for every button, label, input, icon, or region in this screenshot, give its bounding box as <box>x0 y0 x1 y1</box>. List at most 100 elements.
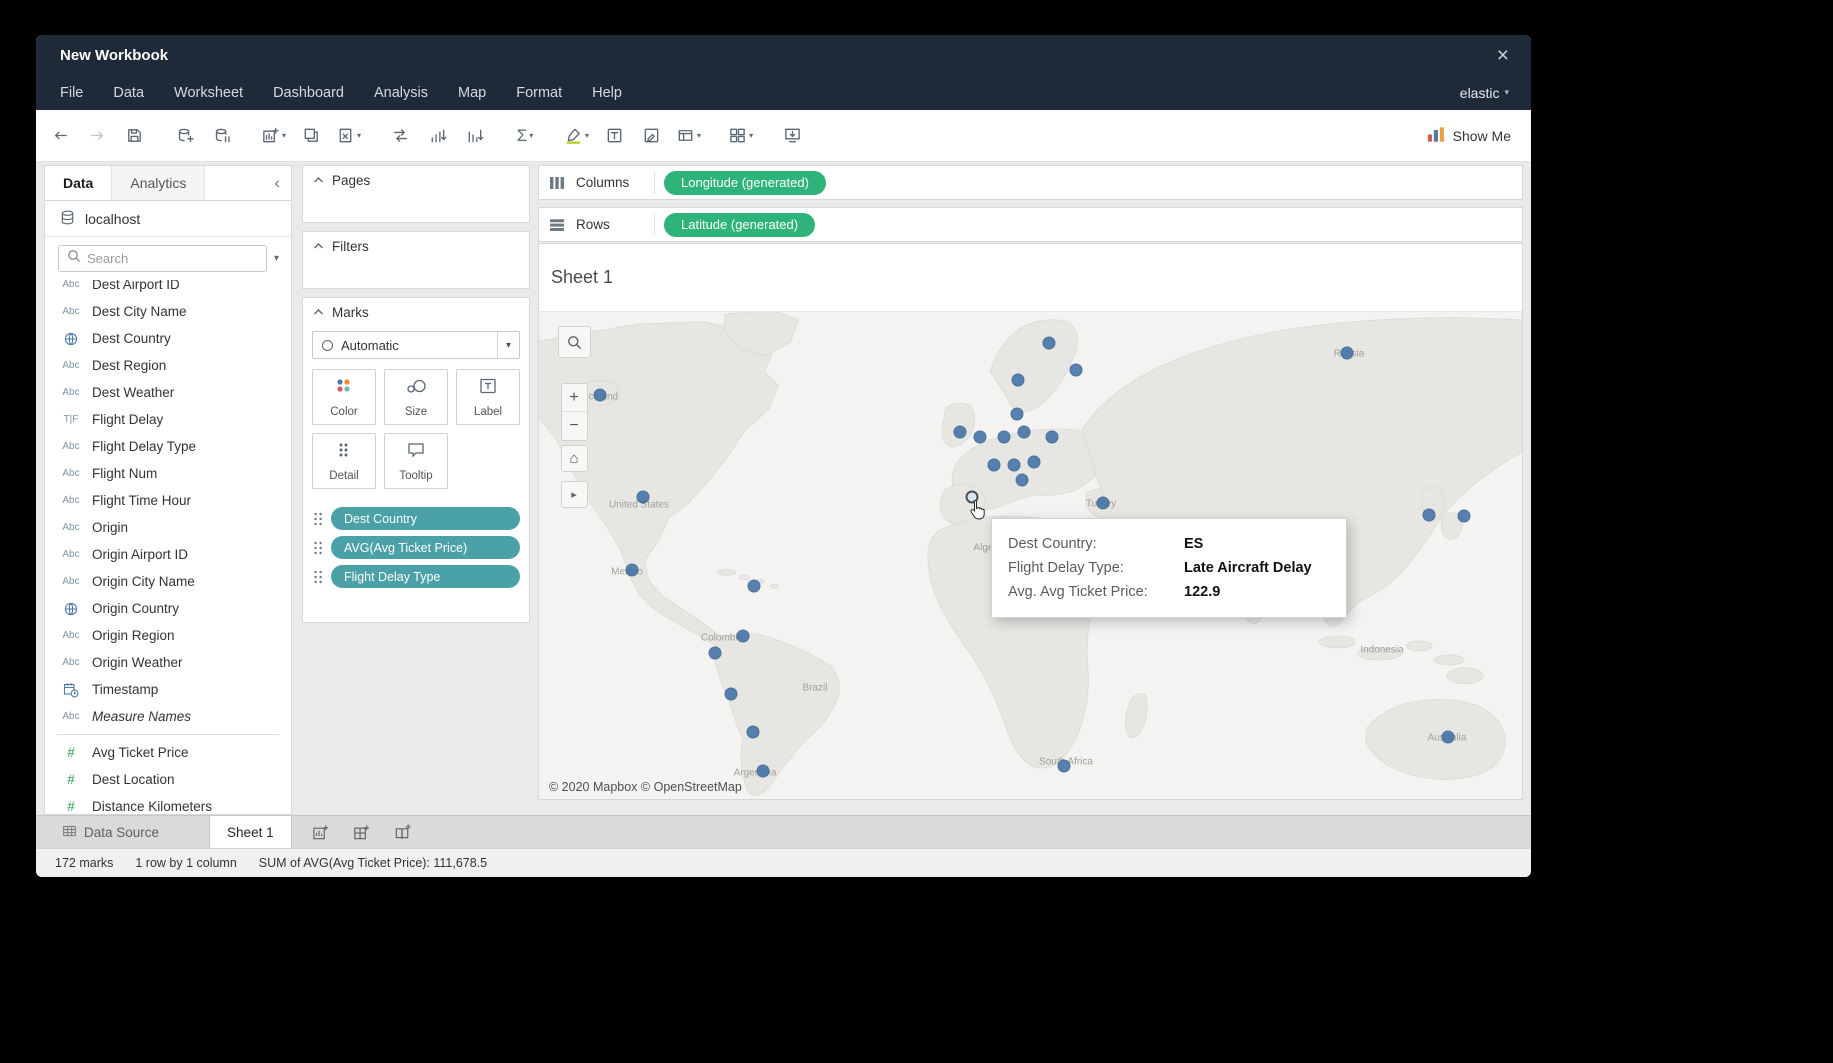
field-origin-region[interactable]: AbcOrigin Region <box>45 622 291 649</box>
map-mark[interactable] <box>988 459 1001 472</box>
swap-button[interactable] <box>388 123 412 149</box>
menu-item-analysis[interactable]: Analysis <box>359 75 443 110</box>
field-dest-weather[interactable]: AbcDest Weather <box>45 379 291 406</box>
field-dest-airport-id[interactable]: AbcDest Airport ID <box>45 280 291 298</box>
map-mark[interactable] <box>1018 426 1031 439</box>
field-flight-num[interactable]: AbcFlight Num <box>45 460 291 487</box>
map-mark[interactable] <box>1028 456 1041 469</box>
format-button[interactable] <box>639 123 663 149</box>
field-dest-region[interactable]: AbcDest Region <box>45 352 291 379</box>
field-timestamp[interactable]: Timestamp <box>45 676 291 703</box>
map-mark[interactable] <box>737 630 750 643</box>
map-mark[interactable] <box>626 564 639 577</box>
marks-pill-dest-country[interactable]: Dest Country <box>331 507 520 530</box>
map-mark[interactable] <box>974 431 987 444</box>
map-mark[interactable] <box>1058 760 1071 773</box>
collapse-pane-icon[interactable]: ‹ <box>263 166 291 200</box>
redo-button[interactable] <box>85 123 109 149</box>
mark-size-button[interactable]: Size <box>384 369 448 425</box>
close-icon[interactable]: × <box>1497 45 1509 66</box>
search-options-icon[interactable]: ▾ <box>274 253 283 264</box>
map-mark[interactable] <box>1011 408 1024 421</box>
pages-card-header[interactable]: Pages <box>303 166 529 194</box>
field-flight-delay[interactable]: T|FFlight Delay <box>45 406 291 433</box>
tab-data[interactable]: Data <box>45 166 112 200</box>
text-label-button[interactable] <box>602 123 626 149</box>
search-input[interactable] <box>58 245 267 272</box>
field-origin-airport-id[interactable]: AbcOrigin Airport ID <box>45 541 291 568</box>
map-mark[interactable] <box>1097 497 1110 510</box>
tab-sheet1[interactable]: Sheet 1 <box>209 816 292 848</box>
map-mark[interactable] <box>725 688 738 701</box>
columns-shelf[interactable]: Columns Longitude (generated) <box>538 165 1523 200</box>
field-origin-weather[interactable]: AbcOrigin Weather <box>45 649 291 676</box>
show-cards-button[interactable]: ▾ <box>728 123 753 149</box>
account-menu[interactable]: elastic ▾ <box>1460 85 1509 101</box>
map-mark[interactable] <box>709 647 722 660</box>
map-mark[interactable] <box>747 726 760 739</box>
map-mark[interactable] <box>1043 337 1056 350</box>
field-measure-names[interactable]: AbcMeasure Names <box>45 703 291 730</box>
pause-updates-button[interactable] <box>210 123 234 149</box>
mark-type-dropdown[interactable]: Automatic ▾ <box>312 331 520 359</box>
mark-detail-button[interactable]: Detail <box>312 433 376 489</box>
map-mark[interactable] <box>1423 509 1436 522</box>
map-controls-expand-button[interactable]: ▸ <box>561 481 588 508</box>
field-origin[interactable]: AbcOrigin <box>45 514 291 541</box>
field-avg-ticket-price[interactable]: #Avg Ticket Price <box>45 739 291 766</box>
menu-item-dashboard[interactable]: Dashboard <box>258 75 359 110</box>
new-data-source-button[interactable] <box>173 123 197 149</box>
new-dashboard-tab-button[interactable] <box>350 816 374 848</box>
field-origin-country[interactable]: Origin Country <box>45 595 291 622</box>
show-me-button[interactable]: Show Me <box>1427 126 1511 146</box>
map-mark[interactable] <box>757 765 770 778</box>
duplicate-button[interactable] <box>299 123 323 149</box>
field-flight-delay-type[interactable]: AbcFlight Delay Type <box>45 433 291 460</box>
marks-card-header[interactable]: Marks <box>303 298 529 326</box>
map-mark[interactable] <box>1012 374 1025 387</box>
map-mark[interactable] <box>998 431 1011 444</box>
menu-item-map[interactable]: Map <box>443 75 501 110</box>
chevron-down-icon[interactable]: ▾ <box>497 332 519 358</box>
field-origin-city-name[interactable]: AbcOrigin City Name <box>45 568 291 595</box>
marks-pill-flight-delay-type[interactable]: Flight Delay Type <box>331 565 520 588</box>
menu-item-help[interactable]: Help <box>577 75 637 110</box>
menu-item-data[interactable]: Data <box>98 75 159 110</box>
field-dest-city-name[interactable]: AbcDest City Name <box>45 298 291 325</box>
presentation-button[interactable] <box>780 123 804 149</box>
zoom-home-button[interactable]: ⌂ <box>561 445 588 472</box>
search-field[interactable] <box>87 251 258 266</box>
map-search-button[interactable] <box>558 326 591 358</box>
map-mark[interactable] <box>954 426 967 439</box>
zoom-out-button[interactable]: − <box>562 412 587 440</box>
map-mark[interactable] <box>1341 347 1354 360</box>
pages-shelf[interactable] <box>303 194 529 222</box>
new-story-tab-button[interactable] <box>391 816 415 848</box>
map-mark[interactable] <box>748 580 761 593</box>
map-mark[interactable] <box>594 389 607 402</box>
clear-sheet-button[interactable]: ▾ <box>336 123 361 149</box>
field-distance-kilometers[interactable]: #Distance Kilometers <box>45 793 291 814</box>
map-mark[interactable] <box>1008 459 1021 472</box>
save-button[interactable] <box>122 123 146 149</box>
tab-data-source[interactable]: Data Source <box>46 816 175 848</box>
highlight-button[interactable]: ▾ <box>564 123 589 149</box>
zoom-in-button[interactable]: + <box>562 384 587 412</box>
menu-item-format[interactable]: Format <box>501 75 577 110</box>
mark-tooltip-button[interactable]: Tooltip <box>384 433 448 489</box>
new-worksheet-button[interactable]: ▾ <box>261 123 286 149</box>
field-flight-time-hour[interactable]: AbcFlight Time Hour <box>45 487 291 514</box>
map-mark[interactable] <box>1070 364 1083 377</box>
mark-color-button[interactable]: Color <box>312 369 376 425</box>
menu-item-worksheet[interactable]: Worksheet <box>159 75 258 110</box>
tab-analytics[interactable]: Analytics <box>112 166 205 200</box>
map-canvas[interactable]: IcelandUnited StatesMexicoColombiaBrazil… <box>539 311 1522 799</box>
new-worksheet-tab-button[interactable] <box>309 816 333 848</box>
pill-latitude-generated[interactable]: Latitude (generated) <box>664 213 815 237</box>
filters-shelf[interactable] <box>303 260 529 288</box>
mark-label-button[interactable]: Label <box>456 369 520 425</box>
field-dest-country[interactable]: Dest Country <box>45 325 291 352</box>
sort-asc-button[interactable] <box>425 123 449 149</box>
filters-card-header[interactable]: Filters <box>303 232 529 260</box>
field-dest-location[interactable]: #Dest Location <box>45 766 291 793</box>
